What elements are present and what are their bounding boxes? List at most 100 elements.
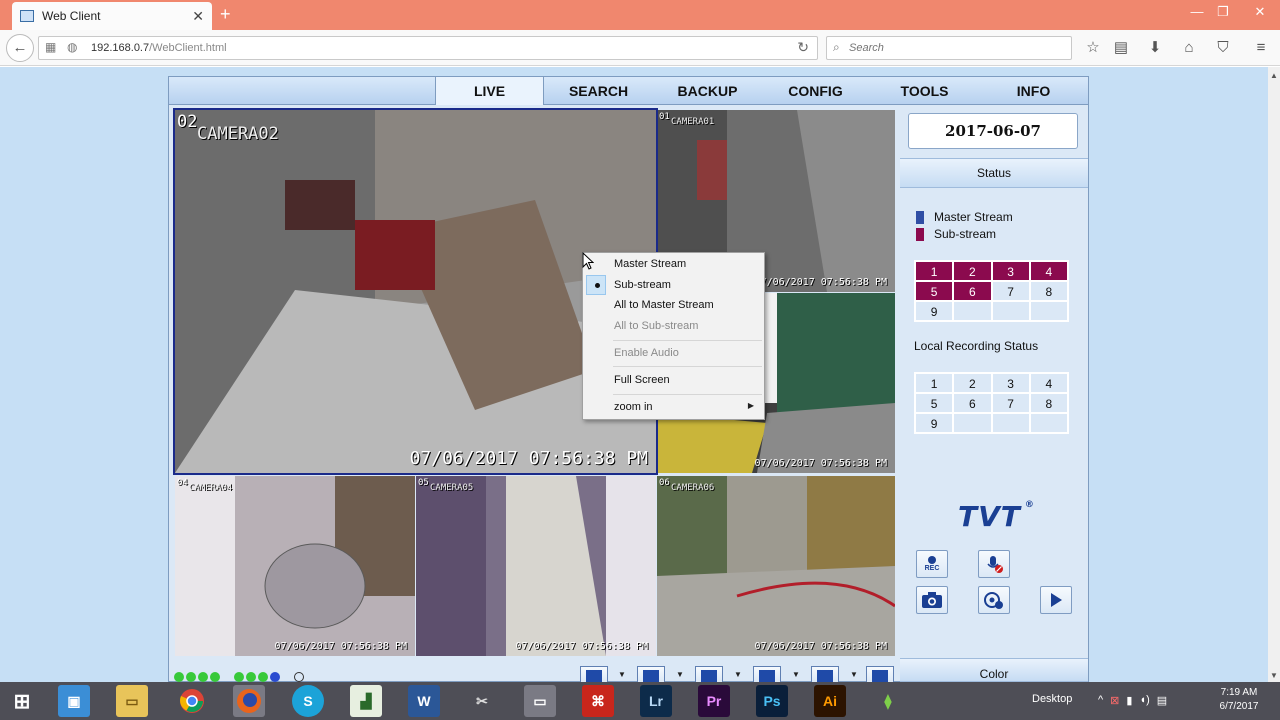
pocket-icon[interactable]: ⛉: [1210, 36, 1236, 60]
rec-channel-8: 8: [1029, 393, 1068, 413]
ctx-zoom-in[interactable]: zoom in: [614, 398, 653, 416]
talk-button[interactable]: [978, 550, 1010, 578]
snapshot-button[interactable]: [916, 586, 948, 614]
camera-timestamp: 07/06/2017 07:56:38 PM: [754, 458, 887, 469]
menu-config[interactable]: CONFIG: [761, 77, 870, 105]
camera-name: CAMERA02: [197, 124, 279, 144]
stream-channel-6: 6: [953, 281, 992, 301]
ctx-enable-audio: Enable Audio: [614, 347, 679, 359]
photoshop-icon[interactable]: Ps: [756, 685, 788, 717]
new-tab-button[interactable]: +: [220, 4, 231, 25]
layout-8-button[interactable]: [753, 666, 781, 682]
ctx-sub-stream[interactable]: Sub-stream: [614, 276, 671, 294]
network-error-icon[interactable]: ⊠: [1110, 694, 1119, 707]
taskbar-clock[interactable]: 7:19 AM 6/7/2017: [1208, 686, 1270, 714]
rec-channel-empty: [991, 413, 1030, 433]
browser-tab[interactable]: Web Client ✕: [12, 2, 212, 30]
camera-view-04[interactable]: 04 CAMERA04 07/06/2017 07:56:38 PM: [175, 476, 415, 656]
pdf-reader-icon[interactable]: ⌘: [582, 685, 614, 717]
file-explorer-icon[interactable]: ▭: [116, 685, 148, 717]
layout-4-button[interactable]: [637, 666, 665, 682]
input-method-icon[interactable]: ▤: [1157, 694, 1167, 707]
dropdown-arrow-icon[interactable]: ▼: [792, 670, 800, 679]
firefox-icon[interactable]: [233, 685, 265, 717]
url-host: 192.168.0.7: [91, 42, 150, 54]
tray-chevron-icon[interactable]: ^: [1098, 694, 1103, 707]
layout-9-button[interactable]: [811, 666, 839, 682]
ctx-master-stream[interactable]: Master Stream: [614, 255, 686, 273]
address-bar[interactable]: ▦ ◍ 192.168.0.7/WebClient.html ↻: [38, 36, 818, 60]
ptz-button[interactable]: [978, 586, 1010, 614]
volume-button[interactable]: [866, 666, 894, 682]
ctx-full-screen[interactable]: Full Screen: [614, 371, 670, 389]
camera-view-06[interactable]: 06 CAMERA06 07/06/2017 07:56:38 PM: [657, 476, 895, 656]
illustrator-icon[interactable]: Ai: [814, 685, 846, 717]
scroll-down-icon[interactable]: ▼: [1270, 671, 1278, 680]
tab-close-icon[interactable]: ✕: [192, 8, 204, 25]
status-dot-icon: [210, 672, 220, 682]
master-stream-swatch: [916, 210, 924, 224]
remote-desktop-icon[interactable]: ▭: [524, 685, 556, 717]
sync-app-icon[interactable]: S: [292, 685, 324, 717]
chart-app-icon[interactable]: ▟: [350, 685, 382, 717]
word-icon[interactable]: W: [408, 685, 440, 717]
camera-timestamp: 07/06/2017 07:56:38 PM: [515, 641, 648, 652]
menu-tools[interactable]: TOOLS: [870, 77, 979, 105]
bookmark-star-icon[interactable]: ☆: [1080, 36, 1106, 60]
camera-icon: [922, 592, 942, 608]
menu-search[interactable]: SEARCH: [544, 77, 653, 105]
hamburger-menu-icon[interactable]: ≡: [1248, 36, 1274, 60]
ctx-all-to-master-stream[interactable]: All to Master Stream: [614, 296, 714, 314]
search-input[interactable]: [849, 40, 1049, 56]
control-panel-icon[interactable]: ▣: [58, 685, 90, 717]
start-windows-icon[interactable]: ⊞: [6, 685, 38, 717]
battery-icon[interactable]: ▮: [1126, 694, 1132, 707]
volume-icon[interactable]: ◖): [1139, 694, 1149, 707]
layout-1-button[interactable]: [580, 666, 608, 682]
page-list-icon[interactable]: ▦: [45, 40, 56, 54]
stream-channel-4: 4: [1029, 261, 1068, 281]
chrome-icon[interactable]: [176, 685, 208, 717]
menu-live[interactable]: LIVE: [435, 77, 544, 105]
rec-channel-empty: [953, 413, 992, 433]
lightroom-icon[interactable]: Lr: [640, 685, 672, 717]
android-studio-icon[interactable]: ⧫: [872, 685, 904, 717]
desktop-toolbar-label[interactable]: Desktop: [1032, 693, 1072, 705]
maximize-icon[interactable]: ❐: [1208, 0, 1238, 26]
datetime-display: 2017-06-07 12:56:37: [908, 113, 1078, 174]
camera-number: 05: [418, 478, 429, 488]
layout-6-button[interactable]: [695, 666, 723, 682]
camera-number: 06: [659, 478, 670, 488]
scroll-up-icon[interactable]: ▲: [1270, 71, 1278, 80]
window-close-icon[interactable]: ✕: [1240, 0, 1280, 26]
record-label: REC: [924, 565, 940, 572]
dropdown-arrow-icon[interactable]: ▼: [850, 670, 858, 679]
search-box[interactable]: ⌕: [826, 36, 1072, 60]
dropdown-arrow-icon[interactable]: ▼: [618, 670, 626, 679]
ctx-all-to-sub-stream: All to Sub-stream: [614, 320, 699, 332]
record-button[interactable]: REC: [916, 550, 948, 578]
home-icon[interactable]: ⌂: [1176, 36, 1202, 60]
back-arrow-icon[interactable]: ←: [6, 34, 34, 62]
camera-number: 04: [177, 478, 188, 488]
play-button[interactable]: [1040, 586, 1072, 614]
status-header[interactable]: Status: [900, 158, 1088, 188]
snipping-tool-icon[interactable]: ✂: [466, 685, 498, 717]
camera-view-05[interactable]: 05 CAMERA05 07/06/2017 07:56:38 PM: [416, 476, 656, 656]
microphone-off-icon: [987, 556, 1003, 573]
camera-timestamp: 07/06/2017 07:56:38 PM: [754, 277, 887, 288]
menu-info[interactable]: INFO: [979, 77, 1088, 105]
menu-backup[interactable]: BACKUP: [653, 77, 762, 105]
camera-feed-image: [175, 476, 415, 656]
camera-number: 01: [659, 112, 670, 122]
color-header[interactable]: Color: [900, 658, 1088, 682]
dropdown-arrow-icon[interactable]: ▼: [676, 670, 684, 679]
dropdown-arrow-icon[interactable]: ▼: [734, 670, 742, 679]
vertical-scrollbar[interactable]: ▲ ▼: [1268, 67, 1280, 682]
camera-timestamp: 07/06/2017 07:56:38 PM: [754, 641, 887, 652]
download-icon[interactable]: ⬇: [1142, 36, 1168, 60]
reload-icon[interactable]: ↻: [797, 39, 809, 56]
reading-list-icon[interactable]: ▤: [1108, 36, 1134, 60]
rec-channel-empty: [1029, 413, 1068, 433]
premiere-icon[interactable]: Pr: [698, 685, 730, 717]
